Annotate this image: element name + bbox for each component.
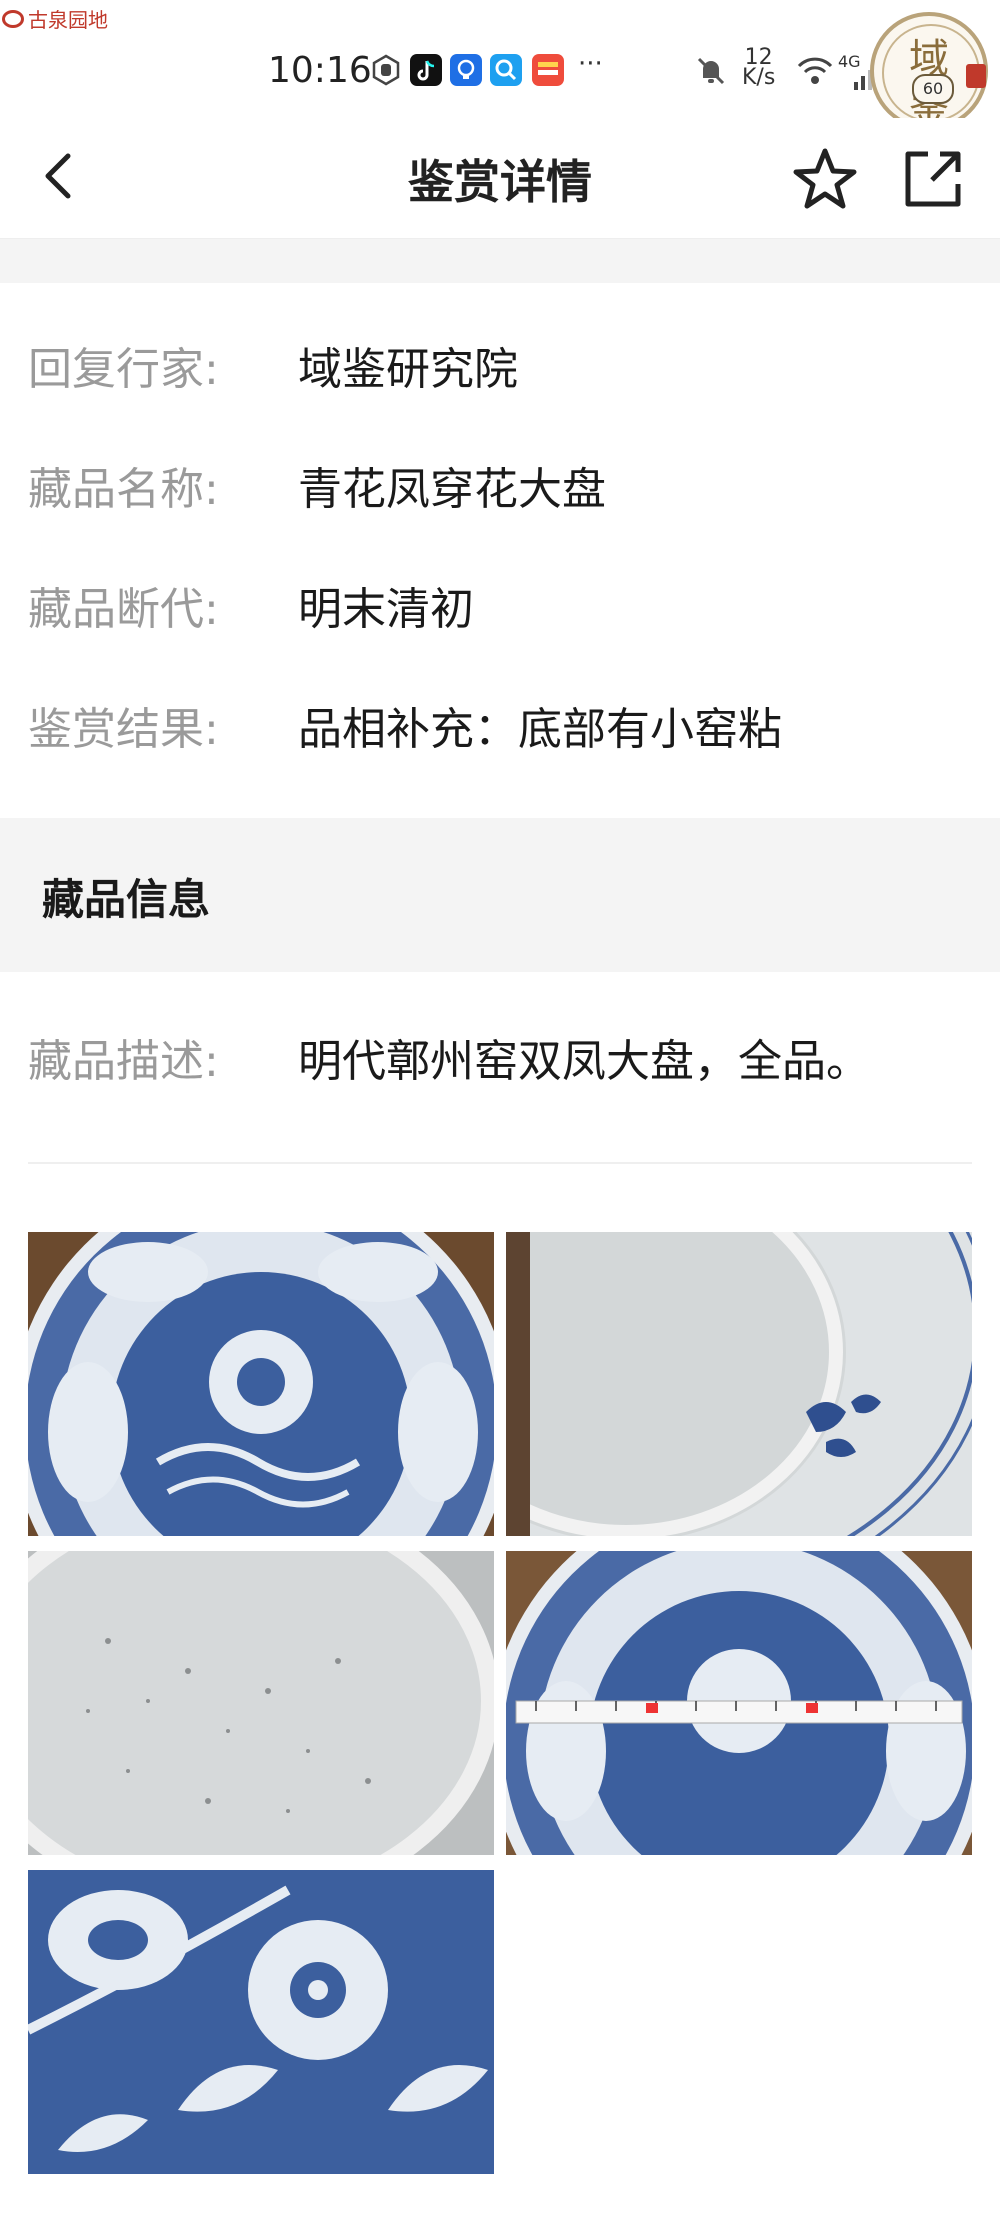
appraisal-label: 鉴赏结果:	[28, 704, 219, 755]
appraisal-row-expert: 回复行家: 域鉴研究院	[0, 330, 1000, 410]
appraisal-row-name: 藏品名称: 青花凤穿花大盘	[0, 450, 1000, 530]
more-notifications: ···	[578, 49, 603, 79]
net-speed-unit: K/s	[742, 65, 776, 90]
nav-bar: 鉴赏详情	[0, 118, 1000, 239]
status-time: 10:16	[268, 50, 372, 91]
appraisal-value: 品相补充：底部有小窑粘	[298, 704, 782, 755]
appraisal-value: 明末清初	[298, 584, 474, 635]
hand-notification-icon	[372, 54, 400, 86]
description-value: 明代鄣州窑双凤大盘，全品。	[298, 1036, 870, 1087]
mute-bell-icon	[697, 57, 725, 85]
description-row: 藏品描述: 明代鄣州窑双凤大盘，全品。	[0, 1022, 1000, 1102]
favorite-star-icon[interactable]	[790, 144, 860, 214]
net-speed: 12 K/s	[742, 47, 776, 90]
appraisal-label: 藏品名称:	[28, 464, 219, 515]
section-title-collection: 藏品信息	[42, 875, 211, 924]
watermark-seal: 域 鉴 60	[870, 12, 988, 130]
plate-flower-detail-photo[interactable]	[28, 1870, 494, 2174]
appraisal-label: 回复行家:	[28, 344, 219, 395]
plate-bottom-closeup-photo[interactable]	[28, 1551, 494, 1855]
battery-level: 60	[912, 74, 954, 104]
app-notification-icon	[532, 54, 564, 86]
appraisal-row-dating: 藏品断代: 明末清初	[0, 570, 1000, 650]
divider	[28, 1162, 972, 1164]
wifi-icon	[797, 57, 833, 84]
seal-red-stamp	[966, 64, 986, 88]
tiktok-notification-icon	[410, 54, 442, 86]
appraisal-label: 藏品断代:	[28, 584, 219, 635]
watermark-text: 古泉园地	[28, 8, 108, 32]
appraisal-row-result: 鉴赏结果: 品相补充：底部有小窑粘	[0, 690, 1000, 770]
plate-front-photo[interactable]	[28, 1232, 494, 1536]
status-bar: 古泉园地 10:16 ··· 12 K/s 4G	[0, 0, 1000, 118]
top-section-band	[0, 239, 1000, 283]
appraisal-value: 青花凤穿花大盘	[298, 464, 606, 515]
watermark: 古泉园地	[2, 4, 108, 33]
bulb-notification-icon	[450, 54, 482, 86]
appraisal-value: 域鉴研究院	[298, 344, 518, 395]
watermark-logo-icon	[2, 9, 24, 28]
share-icon[interactable]	[898, 144, 968, 214]
search-notification-icon	[490, 54, 522, 86]
description-label: 藏品描述:	[28, 1036, 219, 1087]
plate-base-photo[interactable]	[506, 1232, 972, 1536]
plate-ruler-photo[interactable]	[506, 1551, 972, 1855]
